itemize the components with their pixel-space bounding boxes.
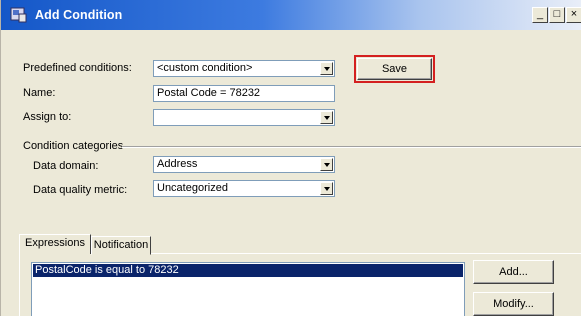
- window-title: Add Condition: [35, 8, 123, 22]
- chevron-down-icon[interactable]: [320, 182, 333, 195]
- maximize-icon: □: [553, 8, 561, 20]
- predefined-conditions-label: Predefined conditions:: [23, 62, 132, 74]
- add-expression-button[interactable]: Add...: [473, 260, 554, 284]
- app-icon: [10, 7, 27, 23]
- assign-to-label: Assign to:: [23, 111, 72, 123]
- condition-categories-group-label: Condition categories: [23, 140, 124, 152]
- close-icon: ×: [570, 8, 578, 20]
- save-button[interactable]: Save: [357, 58, 432, 80]
- maximize-button[interactable]: □: [549, 7, 565, 23]
- group-divider: [122, 146, 581, 148]
- close-button[interactable]: ×: [566, 7, 581, 23]
- chevron-down-icon[interactable]: [320, 111, 333, 124]
- data-quality-metric-value: Uncategorized: [157, 182, 228, 194]
- data-quality-metric-label: Data quality metric:: [33, 184, 128, 196]
- chevron-down-icon[interactable]: [320, 158, 333, 171]
- name-label: Name:: [23, 87, 56, 99]
- minimize-icon: _: [536, 8, 544, 20]
- modify-expression-button[interactable]: Modify...: [473, 292, 554, 316]
- name-value: Postal Code = 78232: [157, 87, 261, 99]
- data-domain-label: Data domain:: [33, 160, 99, 172]
- add-condition-dialog: Add Condition _ □ × Predefined condition…: [0, 0, 581, 316]
- expressions-list[interactable]: PostalCode is equal to 78232: [31, 262, 465, 316]
- data-quality-metric-dropdown[interactable]: Uncategorized: [153, 180, 335, 197]
- name-field[interactable]: Postal Code = 78232: [153, 85, 335, 102]
- list-item[interactable]: PostalCode is equal to 78232: [33, 264, 463, 277]
- title-bar[interactable]: Add Condition _ □ ×: [1, 0, 581, 30]
- chevron-down-icon[interactable]: [320, 62, 333, 75]
- assign-to-dropdown[interactable]: [153, 109, 335, 126]
- data-domain-dropdown[interactable]: Address: [153, 156, 335, 173]
- minimize-button[interactable]: _: [532, 7, 548, 23]
- tab-expressions[interactable]: Expressions: [19, 234, 91, 254]
- data-domain-value: Address: [157, 158, 198, 170]
- tab-notification[interactable]: Notification: [91, 236, 151, 255]
- predefined-conditions-value: <custom condition>: [157, 62, 253, 74]
- predefined-conditions-dropdown[interactable]: <custom condition>: [153, 60, 335, 77]
